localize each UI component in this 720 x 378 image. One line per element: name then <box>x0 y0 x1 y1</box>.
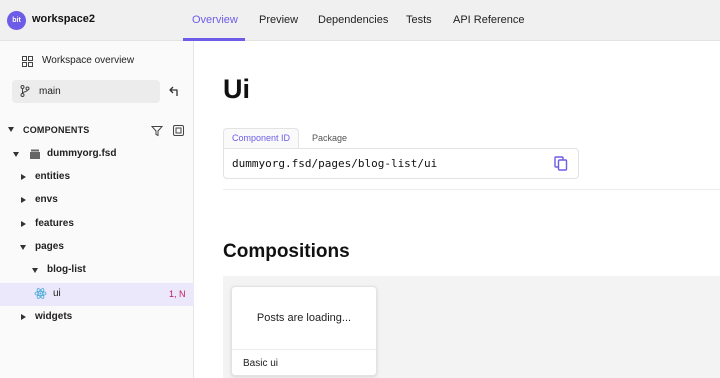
components-header[interactable]: COMPONENTS <box>0 121 194 141</box>
compositions-area: Posts are loading... Basic ui <box>223 276 720 378</box>
tab-package[interactable]: Package <box>312 133 347 143</box>
tree-item-widgets[interactable]: widgets <box>0 306 194 329</box>
compositions-title: Compositions <box>223 241 350 262</box>
chevron-down-icon <box>13 152 19 157</box>
undo-icon[interactable] <box>168 84 182 98</box>
tree-item-blog-list[interactable]: blog-list <box>0 259 194 282</box>
filter-icon[interactable] <box>151 125 163 137</box>
tree-item-label: ui <box>53 288 61 299</box>
tree-item-features[interactable]: features <box>0 213 194 236</box>
tab-dependencies[interactable]: Dependencies <box>318 14 388 26</box>
branch-selector[interactable]: main <box>12 80 160 103</box>
chevron-down-icon <box>8 127 14 132</box>
tab-api-reference[interactable]: API Reference <box>453 14 525 26</box>
chevron-down-icon <box>20 245 26 250</box>
branch-icon <box>20 85 30 97</box>
chevron-right-icon <box>21 314 26 320</box>
chevron-right-icon <box>21 197 26 203</box>
status-badge: 1, N <box>169 289 186 299</box>
add-component-icon[interactable] <box>173 125 184 136</box>
top-bar: bit workspace2 Overview Preview Dependen… <box>0 0 720 41</box>
branch-name: main <box>39 86 61 97</box>
grid-icon <box>22 56 33 67</box>
tree-item-label: widgets <box>35 311 73 322</box>
bit-logo[interactable]: bit <box>7 11 26 30</box>
tab-preview[interactable]: Preview <box>259 14 298 26</box>
tree-item-scope[interactable]: dummyorg.fsd <box>0 143 194 166</box>
scope-label: dummyorg.fsd <box>47 148 117 159</box>
composition-name: Basic ui <box>243 358 279 369</box>
tree-item-envs[interactable]: envs <box>0 189 194 212</box>
main-content: Ui Component ID Package dummyorg.fsd/pag… <box>194 41 720 378</box>
chevron-right-icon <box>21 221 26 227</box>
component-id[interactable]: dummyorg.fsd/pages/blog-list/ui <box>232 157 437 170</box>
workspace-overview-link[interactable]: Workspace overview <box>0 50 194 73</box>
package-icon <box>30 149 40 159</box>
sidebar: Workspace overview main COMPONENTS dummy <box>0 41 194 378</box>
tab-tests[interactable]: Tests <box>406 14 432 26</box>
workspace-overview-label: Workspace overview <box>42 55 135 66</box>
composition-preview: Posts are loading... <box>232 287 376 350</box>
composition-preview-text: Posts are loading... <box>256 312 352 324</box>
workspace-name[interactable]: workspace2 <box>32 13 95 25</box>
tree-item-label: blog-list <box>47 264 86 275</box>
chevron-down-icon <box>32 268 38 273</box>
components-heading: COMPONENTS <box>23 125 90 135</box>
tree-item-label: envs <box>35 194 58 205</box>
tab-component-id[interactable]: Component ID <box>223 128 300 148</box>
react-icon <box>34 288 47 299</box>
tree-item-label: pages <box>35 241 64 252</box>
tree-item-pages[interactable]: pages <box>0 236 194 259</box>
tree-item-label: entities <box>35 171 71 182</box>
tab-overview[interactable]: Overview <box>192 14 238 26</box>
tree-item-label: features <box>35 218 74 229</box>
composition-card[interactable]: Posts are loading... Basic ui <box>231 286 377 376</box>
component-id-box: dummyorg.fsd/pages/blog-list/ui <box>223 148 579 179</box>
page-title: Ui <box>223 74 250 104</box>
chevron-right-icon <box>21 174 26 180</box>
tree-item-ui[interactable]: ui 1, N <box>0 283 194 306</box>
divider <box>223 189 720 190</box>
tree-item-entities[interactable]: entities <box>0 166 194 189</box>
copy-icon[interactable] <box>554 156 568 171</box>
